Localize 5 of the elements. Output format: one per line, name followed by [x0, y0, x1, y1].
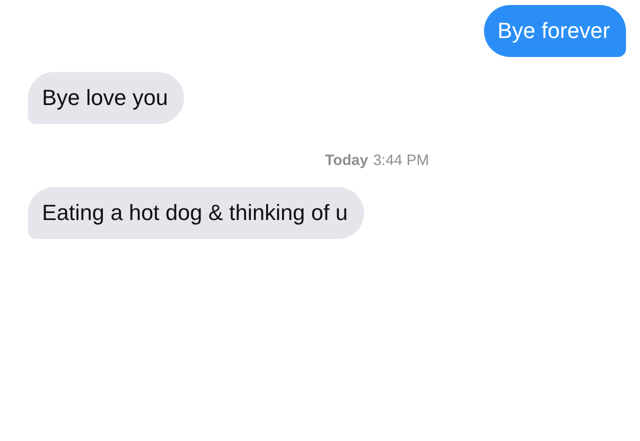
timestamp-time: 3:44 PM: [373, 152, 429, 169]
received-message-bubble: Bye love you: [28, 72, 184, 124]
timestamp-day: Today: [325, 152, 368, 169]
sent-message-bubble: Bye forever: [484, 5, 626, 57]
received-message-bubble: Eating a hot dog & thinking of u: [28, 187, 364, 239]
